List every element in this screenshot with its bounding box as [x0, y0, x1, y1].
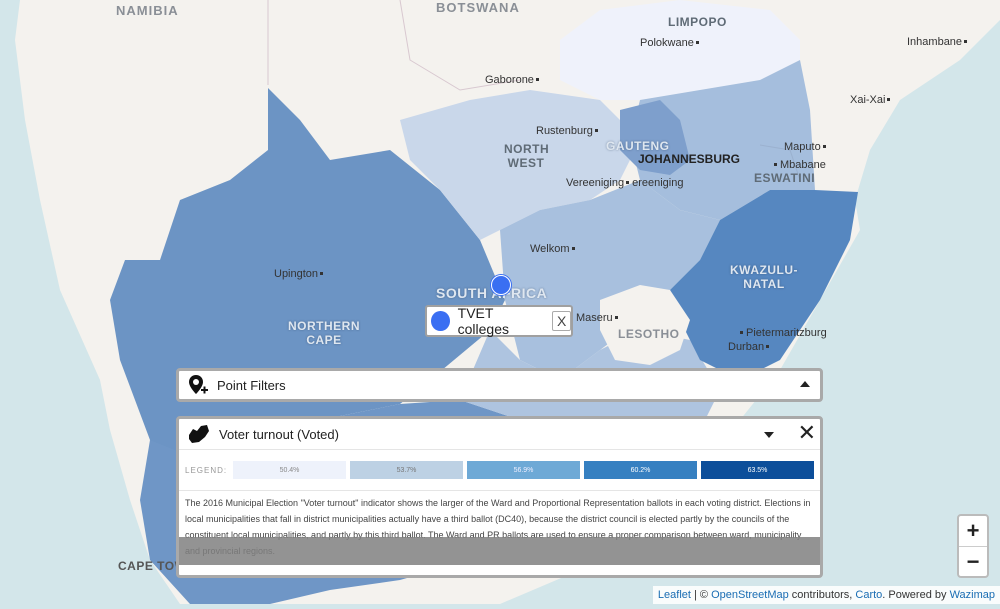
label-botswana: BOTSWANA	[436, 0, 520, 15]
city-inhambane: Inhambane	[907, 36, 970, 48]
point-filters-panel: Point Filters	[176, 368, 823, 402]
city-dot-icon	[535, 78, 539, 82]
city-upington: Upington	[274, 268, 326, 280]
close-indicator-button[interactable]: ✕	[798, 421, 816, 445]
map-attribution: Leaflet | © OpenStreetMap contributors, …	[652, 586, 1000, 604]
city-welkom: Welkom	[530, 243, 578, 255]
label-kwazulu-natal: KWAZULU- NATAL	[730, 263, 798, 291]
city-dot-icon	[774, 163, 777, 167]
attribution-separator: | ©	[690, 589, 712, 601]
south-africa-map-icon	[189, 425, 209, 443]
indicator-header[interactable]: Voter turnout (Voted)	[179, 419, 820, 450]
collapse-caret-icon[interactable]	[800, 381, 810, 387]
tvet-college-marker[interactable]	[491, 275, 511, 295]
indicator-description: The 2016 Municipal Election "Voter turno…	[179, 491, 820, 565]
city-xai-xai: Xai-Xai	[850, 94, 893, 106]
legend-swatch: 50.4%	[233, 461, 346, 479]
label-north-west: NORTH WEST	[504, 142, 550, 170]
description-fade-overlay	[179, 537, 820, 565]
label-gauteng: GAUTENG	[606, 139, 670, 153]
city-pietermaritzburg: Pietermaritzburg	[738, 327, 827, 339]
chevron-down-icon[interactable]	[764, 432, 774, 438]
openstreetmap-link[interactable]: OpenStreetMap	[711, 589, 789, 601]
zoom-in-button[interactable]: +	[959, 516, 987, 547]
city-dot-icon	[626, 181, 630, 185]
carto-link[interactable]: Carto	[855, 589, 882, 601]
city-dot-icon	[740, 331, 743, 335]
map-pin-plus-icon	[189, 375, 208, 394]
legend-swatch: 56.9%	[467, 461, 580, 479]
city-dot-icon	[594, 129, 598, 133]
point-filters-header[interactable]: Point Filters	[179, 371, 820, 399]
legend: LEGEND: 50.4% 53.7% 56.9% 60.2% 63.5%	[179, 450, 820, 491]
city-dot-icon	[887, 98, 891, 102]
indicator-title: Voter turnout (Voted)	[219, 426, 339, 442]
label-lesotho: LESOTHO	[618, 327, 680, 341]
indicator-panel: Voter turnout (Voted) ✕ LEGEND: 50.4% 53.…	[176, 416, 823, 578]
city-mbabane: Mbabane	[772, 159, 826, 171]
city-durban: Durban	[728, 341, 772, 353]
legend-swatch: 53.7%	[350, 461, 463, 479]
legend-title: LEGEND:	[185, 465, 228, 475]
city-dot-icon	[964, 40, 968, 44]
legend-swatch: 60.2%	[584, 461, 697, 479]
city-dot-icon	[822, 145, 826, 149]
city-johannesburg: JOHANNESBURG	[638, 152, 741, 166]
zoom-out-button[interactable]: −	[959, 547, 987, 577]
city-rustenburg: Rustenburg	[536, 125, 601, 137]
label-eswatini: ESWATINI	[754, 171, 816, 185]
city-vereeniging: Vereeniging ereeniging	[566, 177, 684, 189]
city-gaborone: Gaborone	[485, 74, 542, 86]
label-namibia: NAMIBIA	[116, 3, 179, 18]
point-filter-chip: TVET colleges X	[425, 305, 573, 337]
point-filter-chip-label: TVET colleges	[457, 305, 510, 337]
city-maseru: Maseru	[576, 312, 621, 324]
city-dot-icon	[766, 345, 770, 349]
zoom-control: + −	[957, 514, 989, 578]
label-northern-cape: NORTHERN CAPE	[288, 319, 360, 347]
wazimap-link[interactable]: Wazimap	[950, 589, 995, 601]
city-dot-icon	[614, 316, 618, 320]
label-limpopo: LIMPOPO	[668, 15, 727, 29]
leaflet-link[interactable]: Leaflet	[658, 589, 691, 601]
city-maputo: Maputo	[784, 141, 829, 153]
city-polokwane: Polokwane	[640, 37, 702, 49]
city-dot-icon	[320, 272, 324, 276]
tvet-color-swatch-icon	[431, 311, 450, 331]
legend-swatch: 63.5%	[701, 461, 814, 479]
city-dot-icon	[571, 247, 575, 251]
point-filters-title: Point Filters	[217, 377, 286, 393]
attribution-contributors: contributors,	[788, 589, 856, 601]
city-dot-icon	[695, 41, 699, 45]
remove-point-filter-button[interactable]: X	[552, 311, 571, 331]
attribution-powered: . Powered by	[882, 589, 950, 601]
